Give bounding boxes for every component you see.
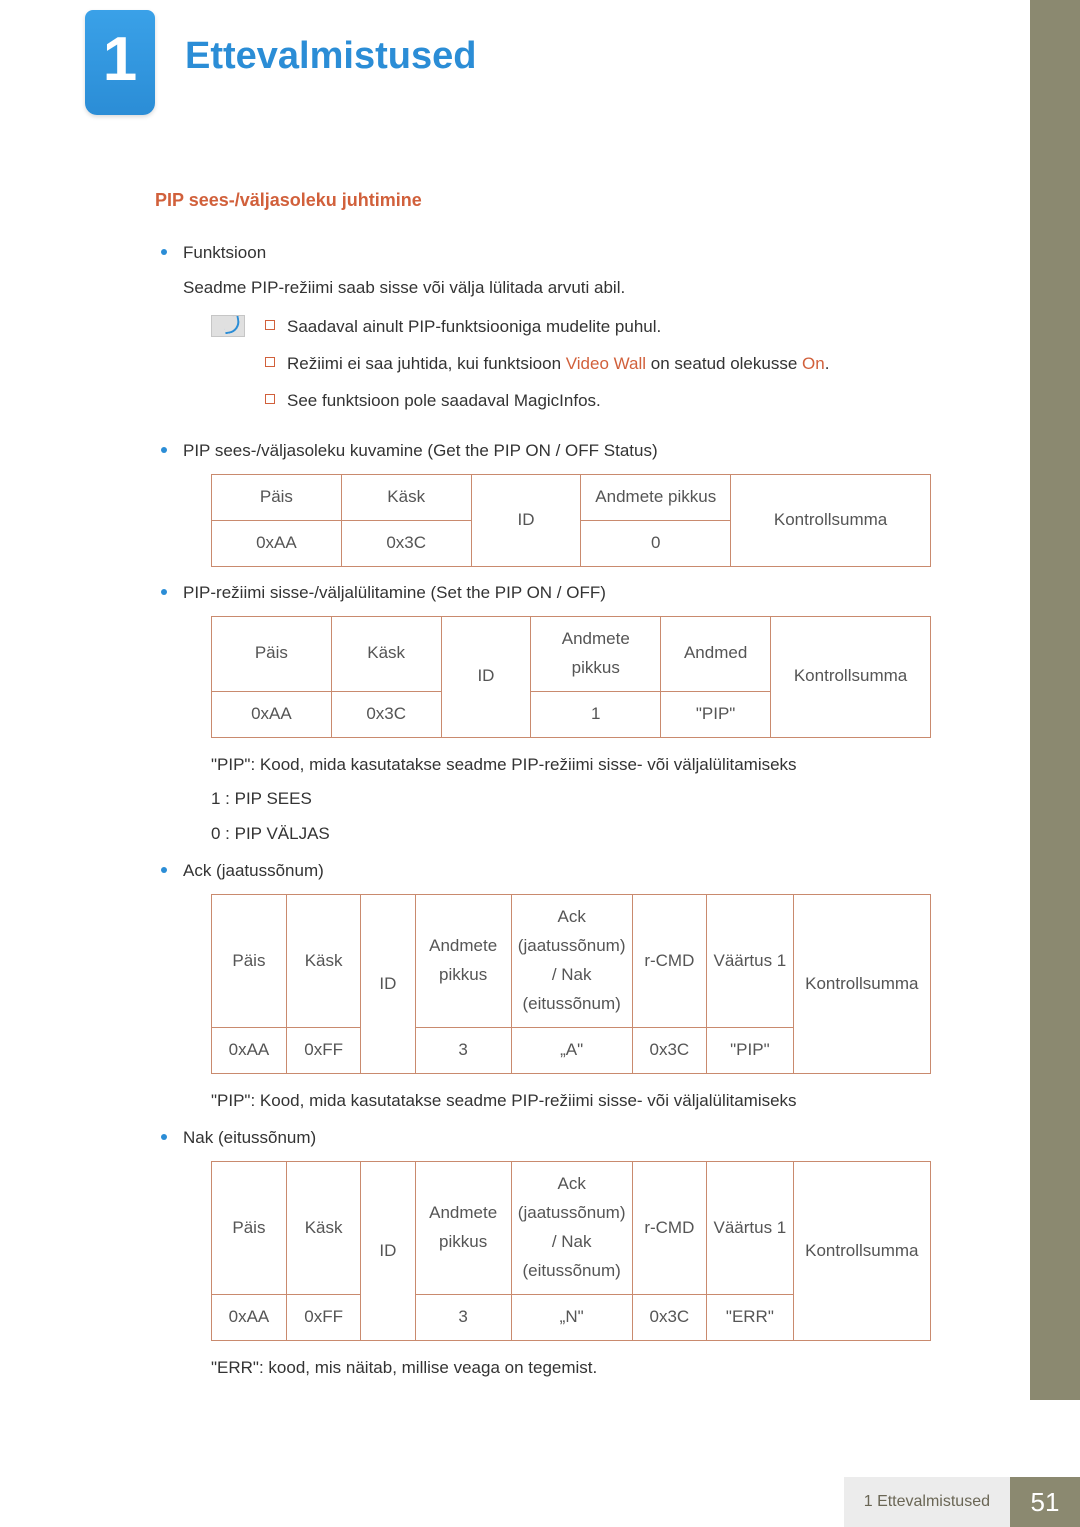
- td: 0x3C: [341, 521, 471, 567]
- text: on seatud olekusse: [646, 354, 802, 373]
- th: r-CMD: [632, 895, 707, 1028]
- th: Väärtus 1: [707, 1162, 793, 1295]
- th: Päis: [212, 617, 332, 692]
- td: 3: [415, 1027, 511, 1073]
- td: 0xAA: [212, 1027, 287, 1073]
- th: Käsk: [341, 475, 471, 521]
- section-heading: PIP sees-/väljasoleku juhtimine: [155, 190, 925, 211]
- td: "ERR": [707, 1294, 793, 1340]
- text: .: [825, 354, 830, 373]
- footer-page-number: 51: [1010, 1477, 1080, 1527]
- td: 3: [415, 1294, 511, 1340]
- highlight: On: [802, 354, 825, 373]
- th: Päis: [212, 1162, 287, 1295]
- bullet-ack: Ack (jaatussõnum) Päis Käsk ID Andmete p…: [155, 857, 925, 1116]
- bullet-title: Funktsioon: [183, 243, 266, 262]
- page-content: PIP sees-/väljasoleku juhtimine Funktsio…: [155, 190, 925, 1391]
- td: „A": [511, 1027, 632, 1073]
- th: Käsk: [286, 895, 360, 1028]
- th: Andmed: [661, 617, 771, 692]
- highlight: Video Wall: [566, 354, 646, 373]
- th: Päis: [212, 895, 287, 1028]
- td: 0x3C: [331, 691, 441, 737]
- th: ID: [361, 895, 415, 1073]
- table-footnotes: "ERR": kood, mis näitab, millise veaga o…: [211, 1353, 925, 1384]
- text: Režiimi ei saa juhtida, kui funktsioon: [287, 354, 566, 373]
- table-footnotes: "PIP": Kood, mida kasutatakse seadme PIP…: [211, 750, 925, 850]
- td: 0: [581, 521, 731, 567]
- th: Andmete pikkus: [415, 895, 511, 1028]
- footnote: "ERR": kood, mis näitab, millise veaga o…: [211, 1353, 925, 1384]
- th: Andmete pikkus: [531, 617, 661, 692]
- bullet-get-status: PIP sees-/väljasoleku kuvamine (Get the …: [155, 437, 925, 567]
- footnote: 0 : PIP VÄLJAS: [211, 819, 925, 850]
- td: „N": [511, 1294, 632, 1340]
- table-set-onoff: Päis Käsk ID Andmete pikkus Andmed Kontr…: [211, 616, 931, 738]
- th: Ack (jaatussõnum) / Nak (eitussõnum): [511, 895, 632, 1028]
- footnote: "PIP": Kood, mida kasutatakse seadme PIP…: [211, 1086, 925, 1117]
- note-icon: [211, 315, 245, 337]
- td: "PIP": [707, 1027, 793, 1073]
- note-item: Saadaval ainult PIP-funktsiooniga mudeli…: [263, 313, 829, 342]
- td: 0xAA: [212, 691, 332, 737]
- th: Ack (jaatussõnum) / Nak (eitussõnum): [511, 1162, 632, 1295]
- td: 0x3C: [632, 1294, 707, 1340]
- chapter-number-tab: 1: [85, 10, 155, 115]
- th: Andmete pikkus: [415, 1162, 511, 1295]
- table-ack: Päis Käsk ID Andmete pikkus Ack (jaatuss…: [211, 894, 931, 1073]
- th: Käsk: [286, 1162, 360, 1295]
- side-accent-bar: [1030, 0, 1080, 1400]
- th: Väärtus 1: [707, 895, 793, 1028]
- th: ID: [441, 617, 531, 738]
- footer-breadcrumb: 1 Ettevalmistused: [844, 1477, 1010, 1527]
- bullet-nak: Nak (eitussõnum) Päis Käsk ID Andmete pi…: [155, 1124, 925, 1383]
- td: 0xFF: [286, 1027, 360, 1073]
- bullet-text: Nak (eitussõnum): [183, 1128, 316, 1147]
- th: Käsk: [331, 617, 441, 692]
- th: Kontrollsumma: [771, 617, 931, 738]
- td: 0xAA: [212, 521, 342, 567]
- td: "PIP": [661, 691, 771, 737]
- note-item: See funktsioon pole saadaval MagicInfos.: [263, 387, 829, 416]
- td: 0xFF: [286, 1294, 360, 1340]
- td: 0xAA: [212, 1294, 287, 1340]
- th: Kontrollsumma: [731, 475, 931, 567]
- bullet-text: PIP-režiimi sisse-/väljalülitamine (Set …: [183, 583, 606, 602]
- th: ID: [361, 1162, 415, 1340]
- page-footer: 1 Ettevalmistused 51: [844, 1477, 1080, 1527]
- bullet-funktsioon: Funktsioon Seadme PIP-režiimi saab sisse…: [155, 239, 925, 423]
- td: 0x3C: [632, 1027, 707, 1073]
- footnote: "PIP": Kood, mida kasutatakse seadme PIP…: [211, 750, 925, 781]
- footnote: 1 : PIP SEES: [211, 784, 925, 815]
- th: Kontrollsumma: [793, 895, 930, 1073]
- bullet-text: Ack (jaatussõnum): [183, 861, 324, 880]
- td: 1: [531, 691, 661, 737]
- table-footnotes: "PIP": Kood, mida kasutatakse seadme PIP…: [211, 1086, 925, 1117]
- th: Kontrollsumma: [793, 1162, 930, 1340]
- bullet-set-onoff: PIP-režiimi sisse-/väljalülitamine (Set …: [155, 579, 925, 849]
- th: r-CMD: [632, 1162, 707, 1295]
- bullet-text: PIP sees-/väljasoleku kuvamine (Get the …: [183, 441, 658, 460]
- table-get-status: Päis Käsk ID Andmete pikkus Kontrollsumm…: [211, 474, 931, 567]
- bullet-desc: Seadme PIP-režiimi saab sisse või välja …: [183, 274, 925, 303]
- th: Andmete pikkus: [581, 475, 731, 521]
- chapter-title: Ettevalmistused: [185, 35, 476, 78]
- note-box: Saadaval ainult PIP-funktsiooniga mudeli…: [211, 313, 925, 424]
- th: ID: [471, 475, 581, 567]
- th: Päis: [212, 475, 342, 521]
- note-item: Režiimi ei saa juhtida, kui funktsioon V…: [263, 350, 829, 379]
- table-nak: Päis Käsk ID Andmete pikkus Ack (jaatuss…: [211, 1161, 931, 1340]
